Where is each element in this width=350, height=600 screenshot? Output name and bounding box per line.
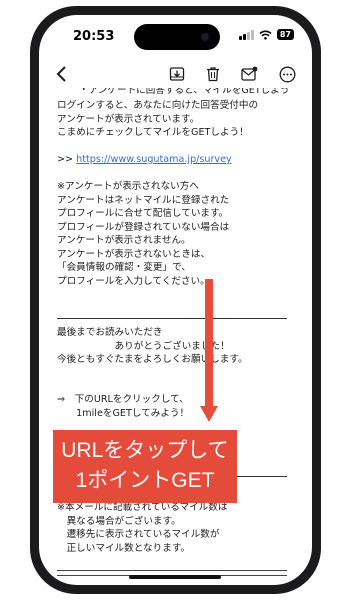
home-indicator[interactable] xyxy=(129,575,221,579)
note-line: アンケートが表示されないときは、 xyxy=(57,248,211,260)
footer-line: ※本メールに記載されているマイル数は xyxy=(57,502,228,513)
footer-line: 正しいマイル数となります。 xyxy=(57,542,191,554)
note-line: プロフィールが登録されていない場合は xyxy=(57,221,230,233)
annotation-callout: URLをタップして 1ポイントGET xyxy=(53,430,237,503)
trash-icon[interactable] xyxy=(202,63,224,85)
dynamic-island xyxy=(134,24,220,50)
note-line: ※アンケートが表示されない方へ xyxy=(57,181,199,192)
status-icons: 87 xyxy=(238,29,294,40)
thanks-line: ありがとうございました！ xyxy=(57,340,230,352)
more-icon[interactable] xyxy=(276,63,298,85)
intro-line: ログインすると、あなたに向けた回答受付中の xyxy=(57,100,259,111)
mail-toolbar xyxy=(39,59,312,89)
footer-note: ※本メールに記載されているマイル数は 異なる場合がございます。 遷移先に表示され… xyxy=(57,501,307,555)
survey-link[interactable]: https://www.sugutama.jp/survey xyxy=(76,154,232,165)
section-divider xyxy=(57,318,287,319)
intro-line: こまめにチェックしてマイルをGETしよう！ xyxy=(57,127,249,138)
thanks-section: 最後までお読みいただき ありがとうございました！ 今後ともすぐたまをよろしくお願… xyxy=(57,326,307,367)
back-chevron-icon[interactable] xyxy=(51,63,73,85)
thanks-line: 今後ともすぐたまをよろしくお願いします。 xyxy=(57,354,248,365)
signal-icon xyxy=(238,29,254,40)
note-line: プロフィールを入力してください。 xyxy=(57,275,210,287)
note-line: プロフィールに合せて配信しています。 xyxy=(57,208,229,219)
cta-line: 1mileをGETしてみよう！ xyxy=(57,407,190,419)
annotation-arrow-head xyxy=(200,406,218,422)
section-divider xyxy=(229,476,287,477)
battery-icon: 87 xyxy=(276,29,294,40)
survey-link-line: >> https://www.sugutama.jp/survey xyxy=(57,154,232,165)
status-time: 20:53 xyxy=(73,29,115,44)
footer-line: 遷移先に表示されているマイル数が xyxy=(57,529,220,540)
email-body: ログインすると、あなたに向けた回答受付中の アンケートが表示されています。 こま… xyxy=(57,99,307,288)
note-line: アンケートはネットマイルに登録された xyxy=(57,194,230,206)
cta-section: ⇒ 下のURLをクリックして、 1mileをGETしてみよう！ xyxy=(57,393,307,420)
thanks-line: 最後までお読みいただき xyxy=(57,327,163,338)
intro-line: アンケートが表示されています。 xyxy=(57,113,200,125)
callout-line-1: URLをタップして xyxy=(61,439,229,462)
cta-line: ⇒ 下のURLをクリックして、 xyxy=(57,394,189,405)
callout-line-2: 1ポイントGET xyxy=(75,469,215,492)
annotation-arrow xyxy=(205,279,213,410)
footer-line: 異なる場合がございます。 xyxy=(57,515,181,527)
wifi-icon xyxy=(259,30,272,40)
note-line: アンケートが表示されません。 xyxy=(57,235,191,246)
compose-icon[interactable] xyxy=(238,63,260,85)
archive-icon[interactable] xyxy=(166,63,188,85)
note-line: 「会員情報の確認・変更」で、 xyxy=(57,262,191,273)
